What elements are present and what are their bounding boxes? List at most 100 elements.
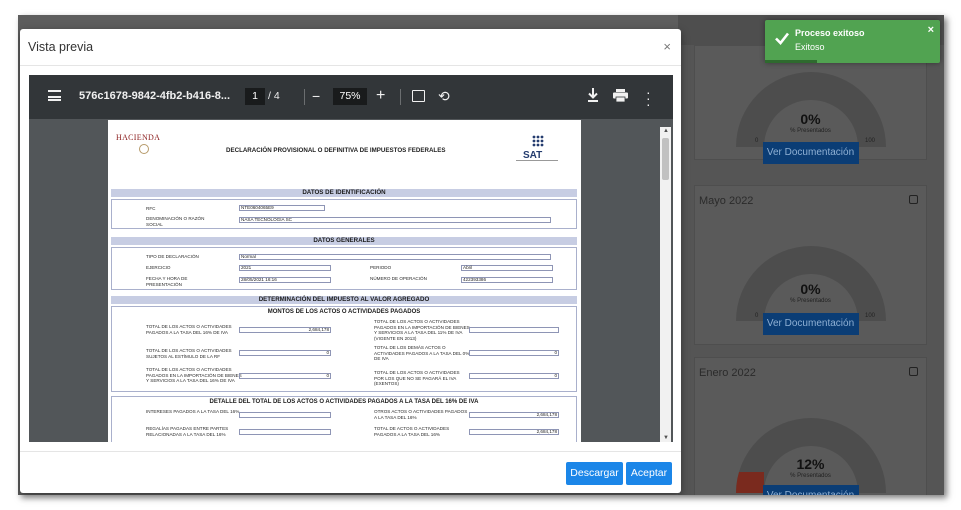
pdf-page: HACIENDA DECLARACIÓN PROVISIONAL O DEFIN… <box>108 120 581 442</box>
rotate-icon[interactable]: ⟲ <box>438 88 450 105</box>
gauge-min-tick: 0 <box>755 138 759 144</box>
page-count: / 4 <box>268 90 280 102</box>
tipo-declaracion-label: TIPO DE DECLARACIÓN <box>146 254 199 259</box>
gauge-subtitle: % Presentados <box>790 298 831 304</box>
zoom-in-icon[interactable]: + <box>376 88 385 104</box>
download-icon[interactable] <box>586 87 600 103</box>
periodo-field: Abril <box>461 265 553 271</box>
scrollbar-thumb[interactable] <box>662 138 669 180</box>
detalle-r1-label: OTROS ACTOS O ACTIVIDADES PAGADOS A LA T… <box>374 409 468 420</box>
montos-l1-label: TOTAL DE LOS ACTOS O ACTIVIDADES PAGADOS… <box>146 324 232 335</box>
toolbar-divider <box>304 89 305 105</box>
view-documentation-button[interactable]: Ver Documentación <box>762 313 859 335</box>
detalle-r1-field: 2,684,178 <box>469 412 559 418</box>
montos-r3-field: 0 <box>469 373 559 379</box>
montos-l1-field: 2,684,178 <box>239 327 331 333</box>
montos-title: MONTOS DE LOS ACTOS O ACTIVIDADES PAGADO… <box>267 309 421 315</box>
montos-r3-label: TOTAL DE LOS ACTOS O ACTIVIDADES POR LOS… <box>374 370 460 386</box>
montos-l3-field: 0 <box>239 373 331 379</box>
rfc-label: RFC <box>146 206 156 211</box>
detalle-l2-label: REGALÍAS PAGADAS ENTRE PARTES RELACIONAD… <box>146 426 229 437</box>
detalle-l1-label: INTERESES PAGADOS A LA TASA DEL 16% <box>146 409 240 414</box>
menu-icon[interactable] <box>48 90 61 101</box>
month-card-header: Enero 2022 <box>695 358 926 388</box>
month-checkbox[interactable] <box>909 195 918 204</box>
montos-l3-label: TOTAL DE LOS ACTOS O ACTIVIDADES PAGADOS… <box>146 367 242 383</box>
checkmark-icon <box>775 32 790 45</box>
ejercicio-field: 2021 <box>239 265 331 271</box>
month-card: Enero 2022 12% % Presentados Ver Documen… <box>694 357 927 495</box>
detalle-l1-field <box>239 412 331 418</box>
sat-logo-text: SAT <box>523 150 543 161</box>
accept-button[interactable]: Aceptar <box>626 462 672 485</box>
toast-close-button[interactable]: × <box>928 24 934 36</box>
rfc-field: NTE0604065E9 <box>239 205 325 211</box>
pdf-viewer: 576c1678-9842-4fb2-b416-8... 1 / 4 − 75%… <box>29 75 673 442</box>
section-identificacion: DATOS DE IDENTIFICACIÓN <box>111 189 577 197</box>
gauge-max-tick: 100 <box>865 313 876 319</box>
montos-r2-label: TOTAL DE LOS DEMÁS ACTOS O ACTIVIDADES P… <box>374 345 470 361</box>
detalle-title: DETALLE DEL TOTAL DE LOS ACTOS O ACTIVID… <box>209 399 479 405</box>
month-label: Mayo 2022 <box>699 195 754 207</box>
gauge-value: 0% <box>800 111 821 127</box>
app-screen: 0 100 0% % Presentados Ver Documentación… <box>18 15 944 495</box>
scroll-down-icon[interactable]: ▼ <box>663 435 669 441</box>
operacion-label: NÚMERO DE OPERACIÓN <box>370 276 427 281</box>
hacienda-logo: HACIENDA <box>116 133 161 142</box>
view-documentation-button[interactable]: Ver Documentación <box>762 485 859 495</box>
modal-footer-divider <box>20 451 681 452</box>
razon-social-field: NASA TECNOLOGIA SC <box>239 217 551 223</box>
ejercicio-label: EJERCICIO <box>146 265 171 270</box>
print-icon[interactable] <box>613 89 628 102</box>
section-iva: DETERMINACIÓN DEL IMPUESTO AL VALOR AGRE… <box>111 296 577 304</box>
month-card-header: Mayo 2022 <box>695 186 926 216</box>
montos-l2-label: TOTAL DE LOS ACTOS O ACTIVIDADES SUJETOS… <box>146 348 232 359</box>
preview-modal: Vista previa × 576c1678-9842-4fb2-b416-8… <box>20 29 681 493</box>
modal-header-divider <box>20 65 681 66</box>
modal-close-button[interactable]: × <box>663 39 671 54</box>
hacienda-seal-icon <box>139 144 149 154</box>
section-generales: DATOS GENERALES <box>111 237 577 245</box>
operacion-field: 422393386 <box>461 277 553 283</box>
view-documentation-button[interactable]: Ver Documentación <box>762 142 859 164</box>
zoom-out-icon[interactable]: − <box>312 89 320 103</box>
detalle-r2-label: TOTAL DE ACTOS O ACTIVIDADES PAGADOS A L… <box>374 426 450 437</box>
modal-title: Vista previa <box>28 40 94 54</box>
razon-social-label: DENOMINACIÓN O RAZÓN SOCIAL <box>146 216 205 227</box>
download-button[interactable]: Descargar <box>566 462 623 485</box>
more-options-icon[interactable]: · · · <box>646 85 651 111</box>
montos-r1-label: TOTAL DE LOS ACTOS O ACTIVIDADES PAGADOS… <box>374 319 470 341</box>
pdf-scrollbar[interactable]: ▲ ▼ <box>660 127 671 442</box>
gauge-value: 0% <box>800 281 821 297</box>
fit-page-icon[interactable] <box>412 90 425 102</box>
periodo-label: PERIODO <box>370 265 392 270</box>
montos-r2-field: 0 <box>469 350 559 356</box>
pdf-toolbar: 576c1678-9842-4fb2-b416-8... 1 / 4 − 75%… <box>29 75 673 119</box>
month-card: Mayo 2022 0 100 0% % Presentados Ver Doc… <box>694 185 927 345</box>
month-label: Enero 2022 <box>699 367 756 379</box>
scroll-up-icon[interactable]: ▲ <box>663 128 669 134</box>
page-number-input[interactable]: 1 <box>245 88 265 105</box>
toolbar-divider <box>400 89 401 105</box>
montos-l2-field: 0 <box>239 350 331 356</box>
gauge-min-tick: 0 <box>755 313 759 319</box>
screenshot-frame: 0 100 0% % Presentados Ver Documentación… <box>0 0 961 510</box>
success-toast[interactable]: Proceso exitoso Exitoso × <box>765 20 940 63</box>
month-checkbox[interactable] <box>909 367 918 376</box>
gauge-value: 12% <box>796 456 825 472</box>
gauge-subtitle: % Presentados <box>790 128 831 134</box>
pdf-file-title: 576c1678-9842-4fb2-b416-8... <box>79 90 231 102</box>
progress-gauge <box>735 72 886 147</box>
tipo-declaracion-field: Normal <box>239 254 551 260</box>
toast-progress-bar <box>765 60 817 63</box>
fecha-field: 28/05/2021 16:16 <box>239 277 331 283</box>
toast-title: Proceso exitoso <box>795 28 865 38</box>
detalle-r2-field: 2,684,178 <box>469 429 559 435</box>
gauge-max-tick: 100 <box>865 138 876 144</box>
toast-message: Exitoso <box>795 42 825 52</box>
zoom-level-input[interactable]: 75% <box>333 88 367 105</box>
document-header: DECLARACIÓN PROVISIONAL O DEFINITIVA DE … <box>226 147 446 154</box>
gauge-subtitle: % Presentados <box>790 473 831 479</box>
detalle-l2-field <box>239 429 331 435</box>
fecha-label: FECHA Y HORA DE PRESENTACIÓN <box>146 276 188 287</box>
